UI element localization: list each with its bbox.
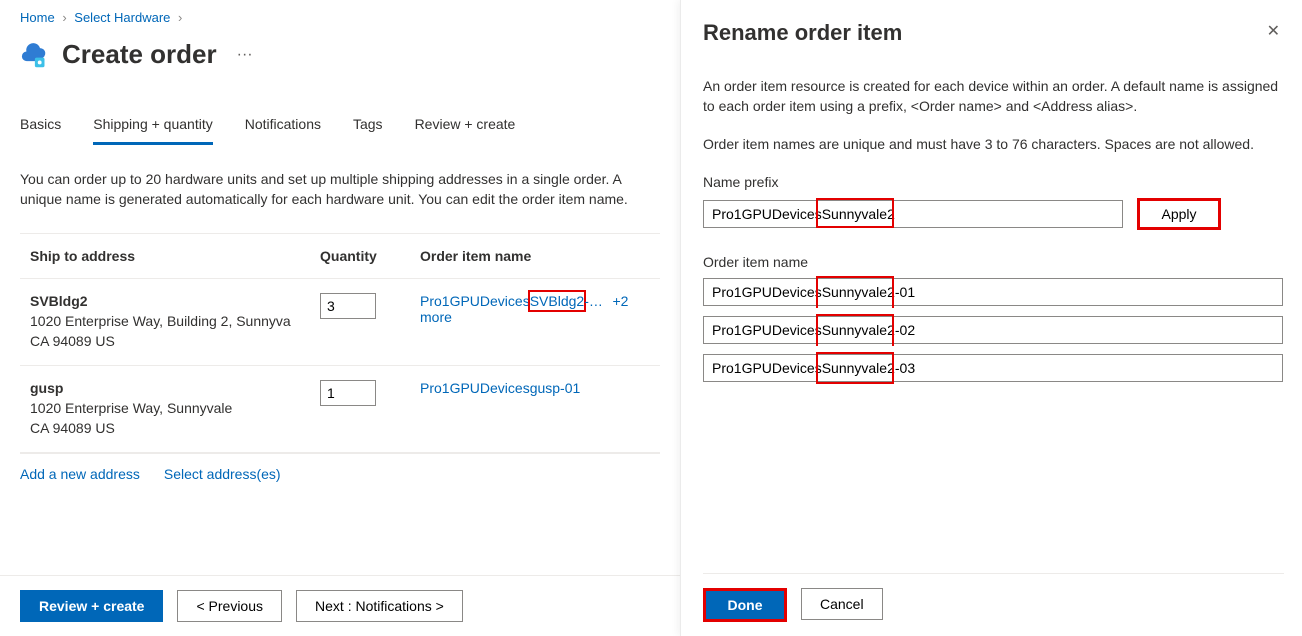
- table-row: SVBldg2 1020 Enterprise Way, Building 2,…: [20, 279, 660, 366]
- order-item-name-input[interactable]: [703, 354, 1283, 382]
- panel-description-2: Order item names are unique and must hav…: [703, 134, 1284, 154]
- col-header-item-name: Order item name: [420, 248, 660, 264]
- chevron-right-icon: ›: [174, 10, 186, 25]
- panel-description-1: An order item resource is created for ea…: [703, 76, 1284, 116]
- close-icon[interactable]: ✕: [1263, 20, 1284, 44]
- address-lines: 1020 Enterprise Way, Sunnyvale CA 94089 …: [30, 398, 320, 438]
- tabs: Basics Shipping + quantity Notifications…: [20, 116, 660, 145]
- address-table: Ship to address Quantity Order item name…: [20, 233, 660, 454]
- next-button[interactable]: Next : Notifications >: [296, 590, 463, 622]
- tab-shipping-quantity[interactable]: Shipping + quantity: [93, 116, 212, 145]
- done-button[interactable]: Done: [706, 591, 784, 619]
- previous-button[interactable]: < Previous: [177, 590, 282, 622]
- name-prefix-label: Name prefix: [703, 172, 1284, 192]
- order-item-link[interactable]: Pro1GPUDevicesgusp-01: [420, 380, 580, 396]
- rename-panel: Rename order item ✕ An order item resour…: [680, 0, 1302, 636]
- tab-tags[interactable]: Tags: [353, 116, 383, 145]
- highlight-box: Apply: [1137, 198, 1221, 230]
- col-header-quantity: Quantity: [320, 248, 420, 264]
- panel-footer: Done Cancel: [703, 573, 1284, 636]
- address-name: gusp: [30, 380, 320, 396]
- add-address-link[interactable]: Add a new address: [20, 466, 140, 482]
- review-create-button[interactable]: Review + create: [20, 590, 163, 622]
- quantity-input[interactable]: [320, 293, 376, 319]
- col-header-address: Ship to address: [30, 248, 320, 264]
- tab-review-create[interactable]: Review + create: [415, 116, 516, 145]
- cancel-button[interactable]: Cancel: [801, 588, 883, 620]
- cloud-device-icon: [20, 41, 48, 69]
- order-item-name-input[interactable]: [703, 316, 1283, 344]
- order-item-name-input[interactable]: [703, 278, 1283, 306]
- tab-description: You can order up to 20 hardware units an…: [20, 169, 660, 209]
- select-addresses-link[interactable]: Select address(es): [164, 466, 281, 482]
- chevron-right-icon: ›: [58, 10, 70, 25]
- tab-notifications[interactable]: Notifications: [245, 116, 321, 145]
- page-title: Create order: [62, 39, 217, 70]
- breadcrumb-select-hardware[interactable]: Select Hardware: [74, 10, 170, 25]
- tab-basics[interactable]: Basics: [20, 116, 61, 145]
- order-item-name-label: Order item name: [703, 252, 1284, 272]
- apply-button[interactable]: Apply: [1140, 201, 1218, 227]
- more-icon[interactable]: ···: [231, 46, 253, 64]
- address-name: SVBldg2: [30, 293, 320, 309]
- table-row: gusp 1020 Enterprise Way, Sunnyvale CA 9…: [20, 366, 660, 453]
- order-item-link[interactable]: Pro1GPUDevicesSVBldg2-…: [420, 293, 603, 309]
- name-prefix-input[interactable]: [703, 200, 1123, 228]
- panel-title: Rename order item: [703, 20, 902, 46]
- breadcrumb: Home › Select Hardware ›: [20, 10, 660, 25]
- address-lines: 1020 Enterprise Way, Building 2, Sunnyva…: [30, 311, 320, 351]
- quantity-input[interactable]: [320, 380, 376, 406]
- highlight-box: Done: [703, 588, 787, 622]
- wizard-footer: Review + create < Previous Next : Notifi…: [0, 575, 680, 636]
- breadcrumb-home[interactable]: Home: [20, 10, 55, 25]
